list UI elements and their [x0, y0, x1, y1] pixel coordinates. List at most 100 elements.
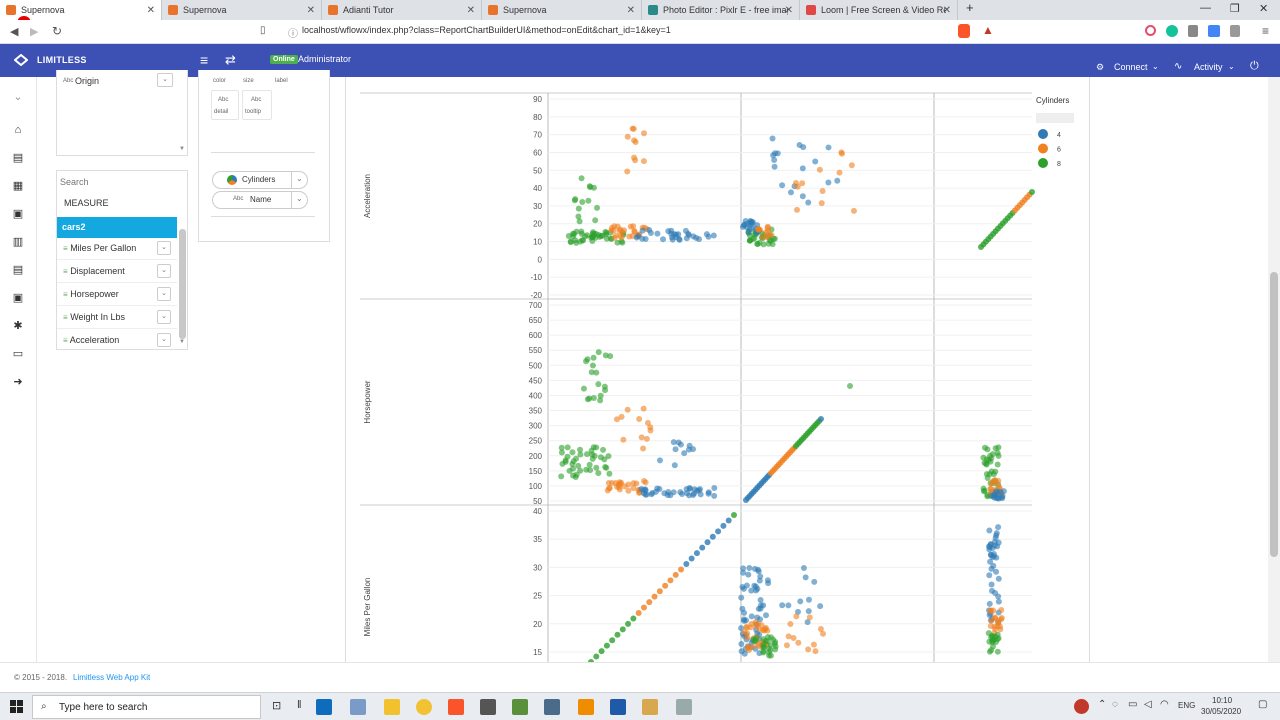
bookmark-icon[interactable]: ▯	[260, 25, 266, 36]
measure-field[interactable]: ≡ Acceleration ⌄	[57, 330, 177, 352]
activity-menu[interactable]: Activity	[1194, 62, 1223, 72]
scrollbar[interactable]	[179, 229, 186, 339]
grammarly-icon[interactable]	[1166, 25, 1178, 37]
chevron-down-icon[interactable]: ⌄	[157, 73, 173, 87]
scatter-matrix-chart[interactable]: 9080706050403020100-10-20Acceleration700…	[346, 77, 1090, 662]
app-icon[interactable]	[480, 699, 496, 715]
measure-field[interactable]: ≡ Displacement ⌄	[57, 261, 177, 283]
file-explorer-icon[interactable]	[384, 699, 400, 715]
url-field[interactable]: localhost/wflowx/index.php?class=ReportC…	[302, 25, 671, 35]
dataset-header[interactable]: cars2	[57, 217, 177, 238]
app-icon[interactable]	[676, 699, 692, 715]
document-icon[interactable]: ▤	[12, 152, 24, 164]
footer-link[interactable]: Limitless Web App Kit	[73, 673, 150, 682]
home-icon[interactable]: ⌂	[12, 124, 24, 136]
close-window-icon[interactable]: ✕	[1259, 2, 1268, 15]
chevron-down-icon[interactable]: ⌄	[296, 194, 303, 203]
user-name[interactable]: Administrator	[298, 54, 351, 64]
report-icon[interactable]: ▣	[12, 208, 24, 220]
tray-app-icon[interactable]	[1074, 699, 1089, 714]
slot-label[interactable]: color	[213, 78, 226, 84]
measure-field[interactable]: ≡ Miles Per Gallon ⌄	[57, 238, 177, 260]
extension-icon[interactable]	[1145, 25, 1156, 36]
slot-label[interactable]: label	[275, 78, 288, 84]
language-indicator[interactable]: ENG	[1178, 701, 1195, 710]
search-input[interactable]	[60, 174, 184, 190]
brave-icon[interactable]	[448, 699, 464, 715]
chart-icon[interactable]: ▥	[12, 236, 24, 248]
wifi-icon[interactable]: ◠	[1160, 699, 1169, 710]
outlook-icon[interactable]	[316, 699, 332, 715]
monitor-icon[interactable]: ▭	[12, 348, 24, 360]
clock-date[interactable]: 30/05/2020	[1201, 707, 1241, 716]
database-icon[interactable]: ▦	[12, 180, 24, 192]
chevron-down-icon[interactable]: ⌄	[157, 310, 171, 324]
chevron-down-icon[interactable]: ⌄	[157, 333, 171, 347]
extension-shield-icon[interactable]	[1188, 25, 1198, 37]
chevron-down-icon[interactable]: ⌄	[157, 264, 171, 278]
notifications-icon[interactable]: ▢	[1258, 699, 1267, 710]
cylinders-pill[interactable]: Cylinders ⌄	[212, 171, 308, 189]
dimension-origin[interactable]: Origin	[75, 76, 99, 86]
app-icon[interactable]	[610, 699, 626, 715]
app-icon[interactable]	[544, 699, 560, 715]
swap-icon[interactable]: ⇄	[225, 52, 236, 68]
close-icon[interactable]: ✕	[785, 5, 793, 16]
scroll-down-icon[interactable]: ▼	[179, 146, 185, 152]
chevron-down-icon[interactable]: ⌄	[157, 241, 171, 255]
task-view-icon[interactable]: ⊡	[272, 699, 281, 712]
tooltip-slot[interactable]: Abc tooltip	[242, 90, 272, 120]
browser-tab[interactable]: Loom | Free Screen & Video Recor ✕	[800, 0, 958, 20]
brave-shield-icon[interactable]	[958, 24, 970, 38]
new-tab-button[interactable]: +	[966, 0, 974, 15]
settings-icon[interactable]: ✱	[12, 320, 24, 332]
scroll-down-icon[interactable]: ▼	[179, 339, 185, 345]
battery-icon[interactable]: ▭	[1128, 699, 1137, 710]
minimize-icon[interactable]: —	[1200, 2, 1211, 14]
slot-label[interactable]: size	[243, 78, 254, 84]
close-icon[interactable]: ✕	[147, 5, 155, 16]
clock-time[interactable]: 10:10	[1212, 696, 1232, 705]
chevron-down-icon[interactable]: ⌄	[296, 174, 303, 183]
extension-icon[interactable]	[1230, 25, 1240, 37]
chevron-down-icon[interactable]: ⌄	[157, 287, 171, 301]
translate-icon[interactable]	[1208, 25, 1220, 37]
forward-icon[interactable]: ▶	[30, 25, 38, 38]
volume-icon[interactable]: ◁	[1144, 699, 1152, 710]
windows-start-icon[interactable]	[10, 700, 23, 713]
table-icon[interactable]: ▤	[12, 264, 24, 276]
contact-icon[interactable]: ▣	[12, 292, 24, 304]
tray-icon[interactable]: ◌	[1112, 699, 1118, 710]
chevron-up-icon[interactable]: ⌃	[1098, 699, 1106, 710]
page-scrollbar[interactable]	[1268, 77, 1280, 662]
browser-tab[interactable]: Adianti Tutor ✕	[322, 0, 482, 20]
menu-icon[interactable]: ≡	[1262, 24, 1269, 38]
browser-tab[interactable]: Supernova ✕	[482, 0, 642, 20]
measure-field[interactable]: ≡ Horsepower ⌄	[57, 284, 177, 306]
sublime-icon[interactable]	[578, 699, 594, 715]
collapse-icon[interactable]: ⌄	[12, 91, 24, 103]
close-icon[interactable]: ✕	[943, 5, 951, 16]
name-pill[interactable]: Abc Name ⌄	[212, 191, 308, 209]
app-icon[interactable]	[642, 699, 658, 715]
power-icon[interactable]: ⏻	[1250, 60, 1259, 73]
app-icon[interactable]	[350, 699, 366, 715]
hamburger-icon[interactable]: ≡	[200, 52, 208, 68]
scrollbar-thumb[interactable]	[1270, 272, 1278, 557]
connect-menu[interactable]: Connect	[1114, 62, 1148, 72]
close-icon[interactable]: ✕	[627, 5, 635, 16]
measure-field[interactable]: ≡ Weight In Lbs ⌄	[57, 307, 177, 329]
browser-tab[interactable]: Photo Editor : Pixlr E - free image ✕	[642, 0, 800, 20]
close-icon[interactable]: ✕	[467, 5, 475, 16]
taskbar-search[interactable]: ⌕ Type here to search	[32, 695, 261, 719]
rewards-icon[interactable]: ▲	[982, 23, 994, 37]
reload-icon[interactable]: ↻	[52, 24, 62, 38]
close-icon[interactable]: ✕	[307, 5, 315, 16]
restore-icon[interactable]: ❐	[1230, 2, 1240, 15]
back-icon[interactable]: ◀	[10, 25, 18, 38]
app-icon[interactable]	[512, 699, 528, 715]
logout-icon[interactable]: ➜	[12, 376, 24, 388]
detail-slot[interactable]: Abc detail	[211, 90, 239, 120]
mf-app-icon[interactable]	[416, 699, 432, 715]
browser-tab[interactable]: Supernova ✕	[162, 0, 322, 20]
